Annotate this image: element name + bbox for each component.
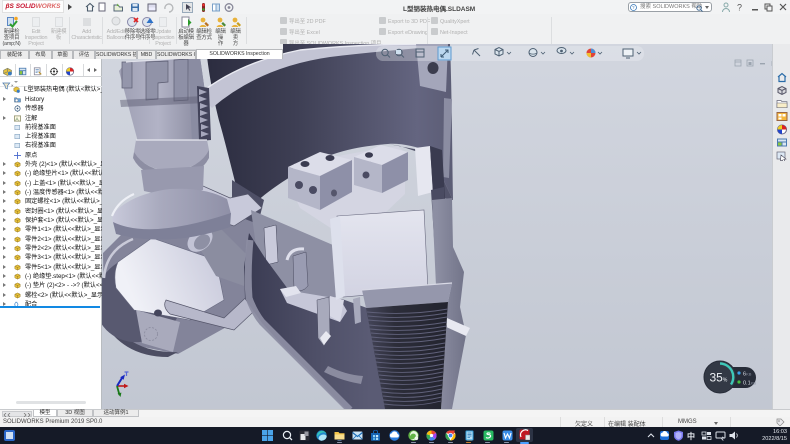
svg-text:0.1KB: 0.1KB <box>743 381 756 387</box>
svg-text:?: ? <box>737 3 742 13</box>
svg-text:?: ? <box>632 5 635 10</box>
